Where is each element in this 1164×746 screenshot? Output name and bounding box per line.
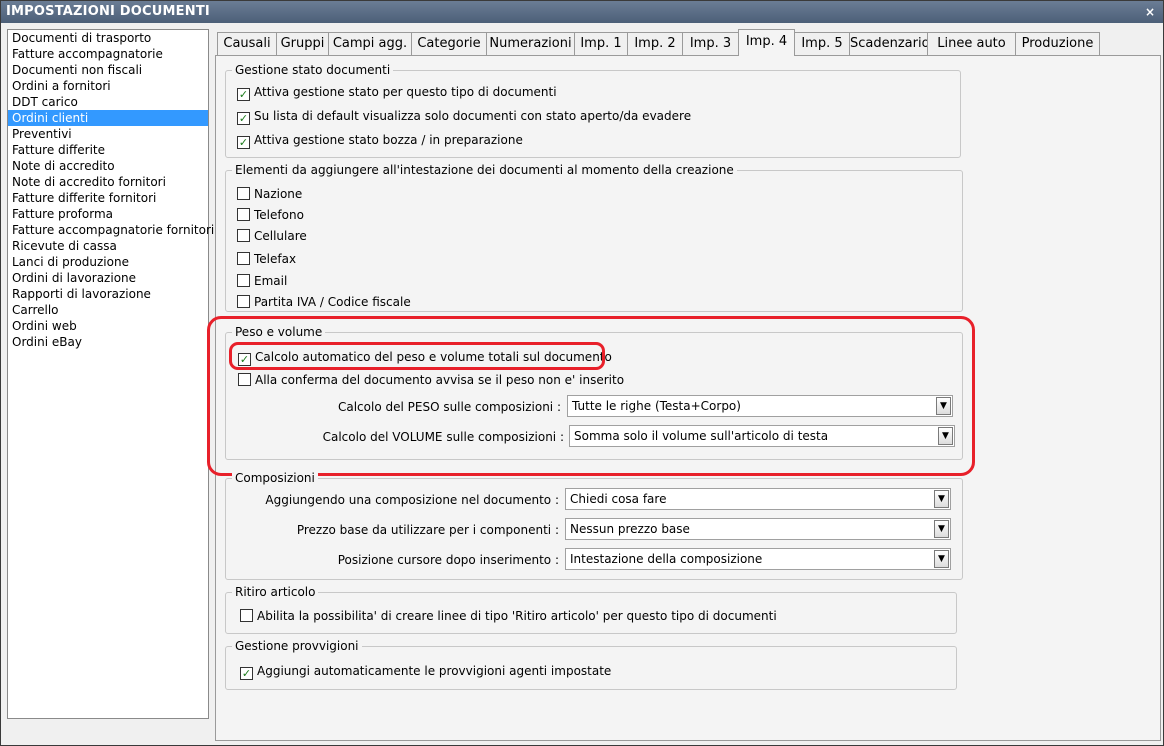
tab-imp-3[interactable]: Imp. 3 [682, 32, 739, 55]
select-value: Nessun prezzo base [570, 522, 690, 536]
checkbox-lista-default[interactable]: ✓ Su lista di default visualizza solo doc… [237, 108, 692, 125]
checkbox-telefax[interactable]: Telefax [237, 251, 296, 267]
tab-linee-auto[interactable]: Linee auto [927, 32, 1016, 55]
tab-campi-agg[interactable]: Campi agg. [328, 32, 412, 55]
prezzo-label: Prezzo base da utilizzare per i componen… [296, 523, 559, 537]
list-item[interactable]: Ordini clienti [8, 110, 208, 126]
list-item[interactable]: Carrello [8, 302, 208, 318]
check-icon[interactable] [237, 229, 250, 242]
list-item[interactable]: Note di accredito fornitori [8, 174, 208, 190]
list-item[interactable]: DDT carico [8, 94, 208, 110]
checkbox-label: Email [254, 274, 288, 288]
list-item[interactable]: Fatture accompagnatorie fornitori [8, 222, 214, 238]
chevron-down-icon[interactable]: ▼ [934, 520, 949, 538]
window-title: IMPOSTAZIONI DOCUMENTI [6, 4, 210, 19]
checkbox-attiva-gestione-stato[interactable]: ✓ Attiva gestione stato per questo tipo d… [237, 84, 557, 101]
tab-imp-5[interactable]: Imp. 5 [794, 32, 850, 55]
group-title: Elementi da aggiungere all'intestazione … [232, 162, 737, 178]
posizione-select[interactable]: Intestazione della composizione ▼ [565, 548, 951, 570]
checkbox-cellulare[interactable]: Cellulare [237, 228, 307, 244]
aggiungendo-label: Aggiungendo una composizione nel documen… [265, 493, 559, 507]
checkbox-label: Partita IVA / Codice fiscale [254, 295, 411, 309]
aggiungendo-select[interactable]: Chiedi cosa fare ▼ [565, 488, 951, 510]
list-item[interactable]: Note di accredito [8, 158, 208, 174]
check-icon[interactable] [237, 187, 250, 200]
check-icon[interactable] [237, 295, 250, 308]
list-item[interactable]: Fatture differite [8, 142, 208, 158]
check-icon[interactable] [237, 274, 250, 287]
checkbox-ritiro-articolo[interactable]: Abilita la possibilita' di creare linee … [240, 608, 777, 624]
close-icon[interactable]: × [1143, 1, 1157, 23]
tab-numerazioni[interactable]: Numerazioni [486, 32, 575, 55]
checkbox-nazione[interactable]: Nazione [237, 186, 302, 202]
group-title: Ritiro articolo [232, 584, 319, 600]
checkbox-label: Aggiungi automaticamente le provvigioni … [257, 664, 612, 678]
list-item[interactable]: Documenti non fiscali [8, 62, 208, 78]
posizione-label: Posizione cursore dopo inserimento : [337, 553, 559, 567]
list-item[interactable]: Ordini eBay [8, 334, 208, 350]
tab-panel-imp4: Gestione stato documenti ✓ Attiva gestion… [207, 55, 1161, 741]
select-value: Intestazione della composizione [570, 552, 763, 566]
checkbox-telefono[interactable]: Telefono [237, 207, 304, 223]
group-ritiro-articolo: Ritiro articolo Abilita la possibilita' … [225, 584, 957, 634]
chevron-down-icon[interactable]: ▼ [934, 550, 949, 568]
check-icon[interactable]: ✓ [237, 88, 250, 101]
checkbox-label: Cellulare [254, 229, 307, 243]
check-icon[interactable]: ✓ [237, 136, 250, 149]
checkbox-label: Attiva gestione stato per questo tipo di… [254, 85, 557, 99]
tab-scadenzario[interactable]: Scadenzario [849, 32, 930, 55]
check-icon[interactable]: ✓ [240, 667, 253, 680]
checkbox-label: Telefax [254, 252, 297, 266]
list-item[interactable]: Documenti di trasporto [8, 30, 208, 46]
checkbox-label: Su lista di default visualizza solo docu… [254, 109, 692, 123]
checkbox-email[interactable]: Email [237, 273, 287, 289]
checkbox-stato-bozza[interactable]: ✓ Attiva gestione stato bozza / in prepar… [237, 132, 523, 149]
tab-imp-4[interactable]: Imp. 4 [738, 29, 795, 56]
list-item[interactable]: Ordini di lavorazione [8, 270, 208, 286]
list-item[interactable]: Lanci di produzione [8, 254, 208, 270]
title-bar[interactable]: IMPOSTAZIONI DOCUMENTI × [1, 1, 1163, 23]
select-value: Chiedi cosa fare [570, 492, 667, 506]
group-composizioni: Composizioni Aggiungendo una composizion… [225, 470, 963, 580]
checkbox-provvigioni[interactable]: ✓ Aggiungi automaticamente le provvigioni… [240, 663, 612, 680]
group-gestione-provvigioni: Gestione provvigioni ✓ Aggiungi automatic… [225, 638, 957, 690]
settings-window: IMPOSTAZIONI DOCUMENTI × Documenti di tr… [0, 0, 1164, 746]
list-item[interactable]: Preventivi [8, 126, 208, 142]
list-item[interactable]: Ricevute di cassa [8, 238, 208, 254]
tab-gruppi[interactable]: Gruppi [276, 32, 329, 55]
tab-imp-2[interactable]: Imp. 2 [627, 32, 683, 55]
highlight-annotation [207, 316, 975, 476]
tab-produzione[interactable]: Produzione [1015, 32, 1100, 55]
checkbox-label: Telefono [254, 208, 304, 222]
check-icon[interactable] [240, 609, 253, 622]
highlight-annotation [229, 342, 605, 370]
list-item[interactable]: Fatture accompagnatorie [8, 46, 208, 62]
group-title: Gestione provvigioni [232, 638, 362, 654]
list-item[interactable]: Ordini web [8, 318, 208, 334]
chevron-down-icon[interactable]: ▼ [934, 490, 949, 508]
tab-causali[interactable]: Causali [217, 32, 277, 55]
list-item[interactable]: Fatture differite fornitori [8, 190, 208, 206]
group-elementi-intestazione: Elementi da aggiungere all'intestazione … [225, 162, 963, 312]
document-type-list[interactable]: Documenti di trasporto Fatture accompagna… [7, 29, 214, 719]
checkbox-label: Abilita la possibilita' di creare linee … [257, 609, 777, 623]
checkbox-label: Nazione [254, 187, 303, 201]
group-title: Gestione stato documenti [232, 62, 394, 78]
tab-imp-1[interactable]: Imp. 1 [574, 32, 628, 55]
check-icon[interactable]: ✓ [237, 112, 250, 125]
list-item[interactable]: Ordini a fornitori [8, 78, 208, 94]
group-title: Composizioni [232, 470, 318, 486]
prezzo-select[interactable]: Nessun prezzo base ▼ [565, 518, 951, 540]
checkbox-partita-iva[interactable]: Partita IVA / Codice fiscale [237, 294, 411, 310]
list-item[interactable]: Fatture proforma [8, 206, 208, 222]
check-icon[interactable] [237, 208, 250, 221]
check-icon[interactable] [237, 252, 250, 265]
group-gestione-stato: Gestione stato documenti ✓ Attiva gestion… [225, 62, 961, 158]
tab-categorie[interactable]: Categorie [411, 32, 487, 55]
checkbox-label: Attiva gestione stato bozza / in prepara… [254, 133, 523, 147]
list-item[interactable]: Rapporti di lavorazione [8, 286, 208, 302]
